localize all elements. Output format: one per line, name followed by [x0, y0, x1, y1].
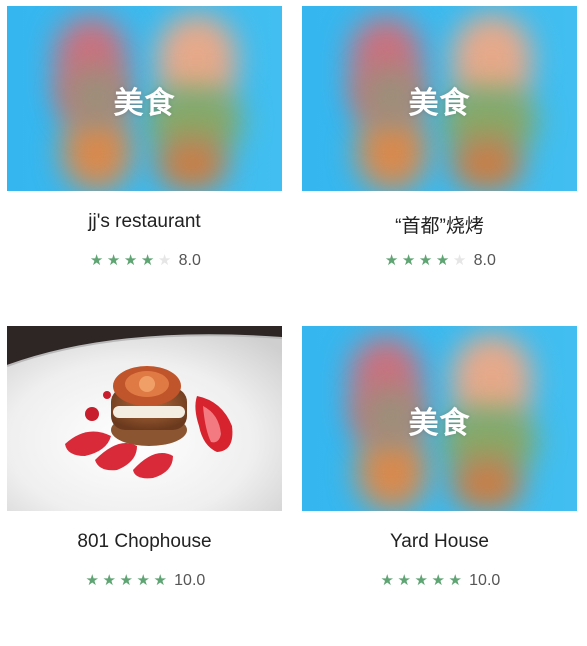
star-rating: ★ ★ ★ ★ ★ [383, 252, 468, 269]
star-filled-icon: ★ [102, 571, 116, 589]
restaurant-photo[interactable] [7, 326, 282, 511]
restaurant-name[interactable]: Yard House [302, 531, 577, 553]
restaurant-name[interactable]: 801 Chophouse [7, 531, 282, 553]
rating-score: 8.0 [178, 252, 201, 269]
restaurant-image-placeholder[interactable]: 美食 [302, 6, 577, 191]
restaurant-card[interactable]: 美食 jj's restaurant ★ ★ ★ ★ ★ 8.0 [7, 6, 282, 326]
star-filled-icon: ★ [401, 251, 416, 269]
star-filled-icon: ★ [380, 571, 394, 589]
star-filled-icon: ★ [435, 251, 450, 269]
star-filled-icon: ★ [85, 571, 99, 589]
restaurant-name[interactable]: “首都”烧烤 [302, 211, 577, 238]
rating-score: 10.0 [469, 572, 501, 589]
star-rating: ★ ★ ★ ★ ★ [84, 572, 169, 589]
placeholder-label: 美食 [408, 406, 471, 441]
dessert-photo [7, 326, 282, 511]
restaurant-grid: 美食 jj's restaurant ★ ★ ★ ★ ★ 8.0 美食 “首都”烧烤 ★… [7, 6, 577, 646]
star-filled-icon: ★ [123, 251, 138, 269]
star-filled-icon: ★ [431, 571, 445, 589]
star-empty-icon: ★ [157, 251, 172, 269]
restaurant-card[interactable]: 美食 “首都”烧烤 ★ ★ ★ ★ ★ 8.0 [302, 6, 577, 326]
star-filled-icon: ★ [140, 251, 155, 269]
star-filled-icon: ★ [384, 251, 399, 269]
rating-score: 10.0 [174, 572, 206, 589]
restaurant-card[interactable]: 801 Chophouse ★ ★ ★ ★ ★ 10.0 [7, 326, 282, 646]
star-filled-icon: ★ [418, 251, 433, 269]
star-filled-icon: ★ [136, 571, 150, 589]
restaurant-card[interactable]: 美食 Yard House ★ ★ ★ ★ ★ 10.0 [302, 326, 577, 646]
restaurant-name[interactable]: jj's restaurant [7, 211, 282, 233]
rating: ★ ★ ★ ★ ★ 8.0 [302, 252, 577, 270]
star-filled-icon: ★ [397, 571, 411, 589]
star-filled-icon: ★ [448, 571, 462, 589]
star-filled-icon: ★ [119, 571, 133, 589]
rating: ★ ★ ★ ★ ★ 8.0 [7, 252, 282, 270]
star-rating: ★ ★ ★ ★ ★ [379, 572, 464, 589]
star-filled-icon: ★ [153, 571, 167, 589]
star-filled-icon: ★ [106, 251, 121, 269]
restaurant-image-placeholder[interactable]: 美食 [302, 326, 577, 511]
star-filled-icon: ★ [414, 571, 428, 589]
star-rating: ★ ★ ★ ★ ★ [88, 252, 173, 269]
rating-score: 8.0 [473, 252, 496, 269]
rating: ★ ★ ★ ★ ★ 10.0 [302, 572, 577, 590]
restaurant-image-placeholder[interactable]: 美食 [7, 6, 282, 191]
rating: ★ ★ ★ ★ ★ 10.0 [7, 572, 282, 590]
star-filled-icon: ★ [89, 251, 104, 269]
placeholder-label: 美食 [408, 86, 471, 121]
star-empty-icon: ★ [452, 251, 467, 269]
placeholder-label: 美食 [113, 86, 176, 121]
